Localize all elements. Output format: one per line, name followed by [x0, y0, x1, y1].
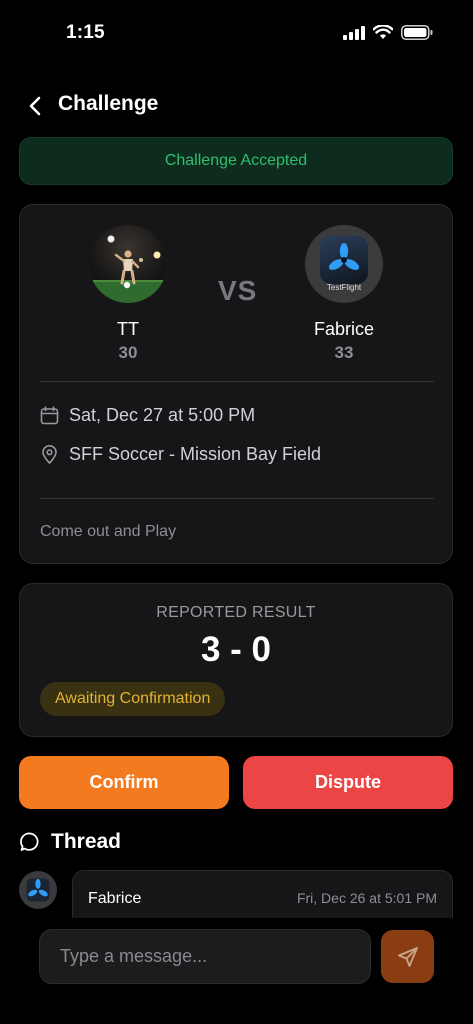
status-badge: Awaiting Confirmation [40, 682, 226, 716]
player-photo-icon [89, 235, 167, 303]
navigation-header: Challenge [0, 86, 473, 126]
status-time: 1:15 [66, 22, 105, 43]
thread-title: Thread [51, 830, 122, 853]
player-right-name: Fabrice [313, 319, 375, 339]
player-right-avatar-label: TestFlight [326, 283, 362, 292]
message-timestamp: Fri, Dec 26 at 5:01 PM [296, 890, 437, 906]
match-location-row: SFF Soccer - Mission Bay Field [40, 444, 321, 465]
cellular-signal-icon [343, 25, 365, 40]
status-bar: 1:15 [0, 0, 473, 64]
calendar-icon [40, 406, 59, 425]
propeller-icon [26, 878, 50, 902]
result-card: REPORTED RESULT 3 - 0 Awaiting Confirmat… [19, 583, 453, 737]
message-author: Fabrice [88, 890, 142, 907]
avatar[interactable] [19, 871, 57, 909]
result-score: 3 - 0 [200, 630, 272, 669]
player-right-rating: 33 [334, 343, 354, 362]
match-location: SFF Soccer - Mission Bay Field [69, 444, 322, 464]
vs-label: VS [218, 275, 258, 306]
send-button[interactable] [381, 930, 434, 983]
divider [40, 498, 434, 499]
match-card: TT 30 VS TestFlight Fabrice 33 Sat, Dec … [19, 204, 453, 564]
player-right[interactable]: TestFlight Fabrice 33 [284, 225, 404, 363]
propeller-icon [328, 243, 360, 270]
player-left-rating: 30 [118, 343, 138, 362]
status-banner-text: Challenge Accepted [164, 152, 308, 169]
back-button[interactable] [22, 92, 48, 120]
status-icons [343, 25, 433, 40]
player-left-avatar [89, 225, 167, 303]
match-date: Sat, Dec 27 at 5:00 PM [69, 405, 256, 425]
player-right-avatar: TestFlight [305, 225, 383, 303]
divider [40, 381, 434, 382]
thread-header: Thread [19, 830, 121, 854]
match-date-row: Sat, Dec 27 at 5:00 PM [40, 405, 255, 426]
wifi-icon [373, 25, 393, 39]
status-badge-text: Awaiting Confirmation [55, 690, 211, 707]
result-label: REPORTED RESULT [156, 604, 316, 621]
player-left-name: TT [117, 319, 139, 339]
page-title: Challenge [58, 92, 159, 115]
status-banner: Challenge Accepted [19, 137, 453, 185]
chevron-left-icon [29, 96, 41, 116]
match-note: Come out and Play [40, 523, 177, 540]
battery-icon [401, 25, 433, 40]
chat-bubble-icon [20, 832, 39, 851]
testflight-logo [320, 236, 368, 284]
confirm-button[interactable]: Confirm [19, 756, 229, 809]
location-pin-icon [42, 445, 57, 464]
dispute-button[interactable]: Dispute [243, 756, 453, 809]
message-composer [0, 918, 473, 1024]
send-icon [397, 946, 418, 967]
message-input[interactable] [39, 929, 371, 984]
player-left[interactable]: TT 30 [68, 225, 188, 363]
